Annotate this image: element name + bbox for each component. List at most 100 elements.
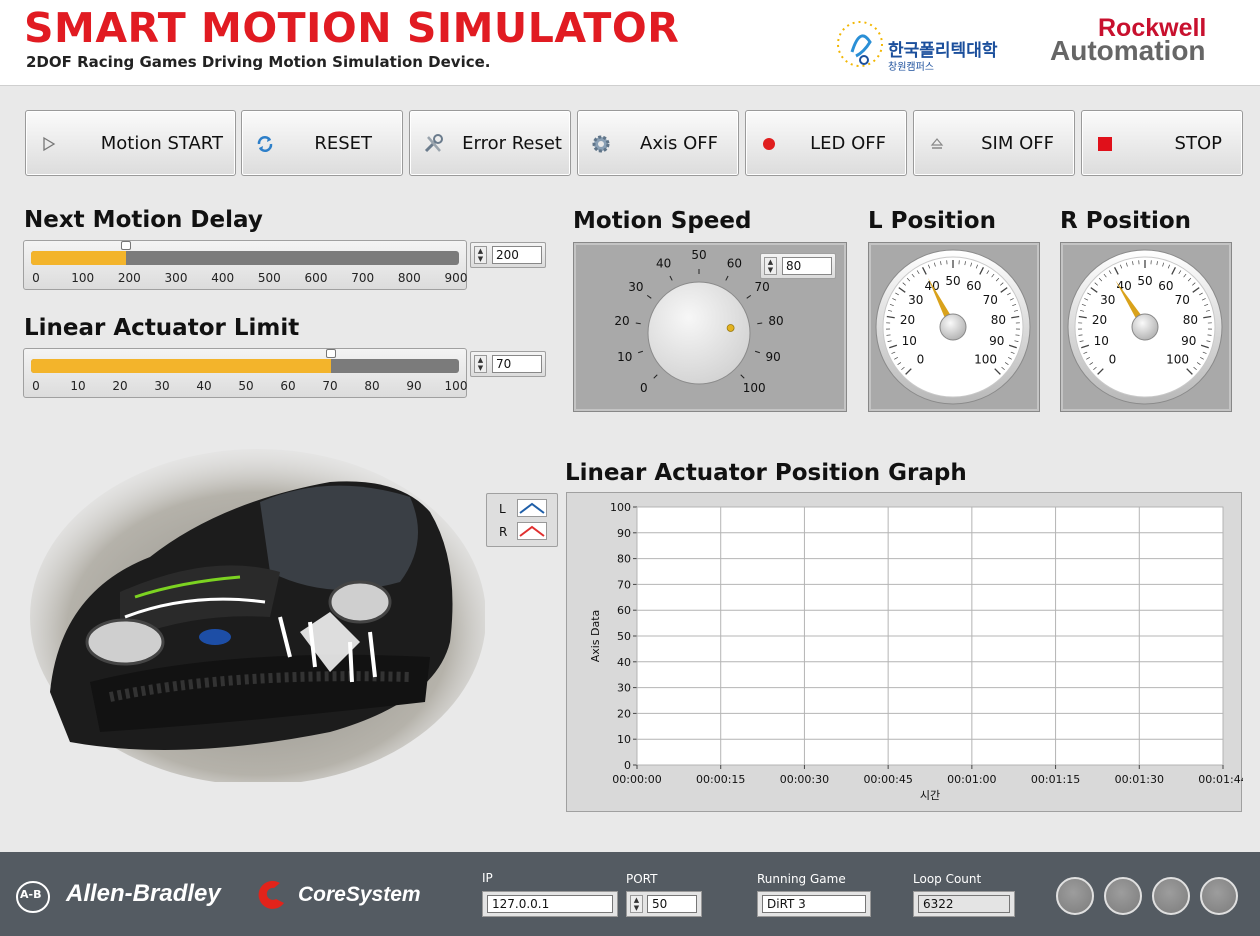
slider-tick-label: 30 xyxy=(154,379,170,393)
ip-value[interactable]: 127.0.0.1 xyxy=(487,895,613,913)
status-led-1 xyxy=(1056,877,1094,915)
spin-arrows-icon[interactable]: ▲ ▼ xyxy=(474,246,487,264)
r-position-gauge: 010203040 50 60708090100 xyxy=(1067,249,1223,405)
knob-tick xyxy=(635,322,641,325)
error-reset-button[interactable]: Error Reset xyxy=(409,110,571,176)
running-game-field[interactable]: DiRT 3 xyxy=(757,891,871,917)
status-led-4 xyxy=(1200,877,1238,915)
gauge-tick xyxy=(1078,334,1083,336)
gauge-tick-label: 20 xyxy=(1092,313,1107,327)
y-tick-label: 100 xyxy=(610,501,631,514)
axis-off-button[interactable]: Axis OFF xyxy=(577,110,739,176)
slider-fill xyxy=(31,251,127,265)
slider-tick-label: 500 xyxy=(257,271,281,285)
rockwell-logo-bottom: Automation xyxy=(1050,35,1206,66)
ip-field[interactable]: 127.0.0.1 xyxy=(482,891,618,917)
x-tick-label: 00:01:30 xyxy=(1115,773,1164,786)
knob-tick-label: 0 xyxy=(640,381,648,395)
y-tick-label: 90 xyxy=(617,527,631,540)
gauge-hub xyxy=(1131,313,1159,341)
gauge-tick-label: 0 xyxy=(1109,353,1117,367)
slider-tick-label: 600 xyxy=(304,271,328,285)
slider-thumb[interactable] xyxy=(121,241,132,250)
knob-tick-label: 20 xyxy=(614,314,629,328)
x-tick-label: 00:01:00 xyxy=(947,773,996,786)
slider-tick-label: 50 xyxy=(238,379,254,393)
sim-off-button[interactable]: SIM OFF xyxy=(913,110,1075,176)
reset-button[interactable]: RESET xyxy=(241,110,403,176)
x-tick-label: 00:01:44 xyxy=(1198,773,1243,786)
port-value[interactable]: 50 xyxy=(647,895,697,913)
motion-speed-numeric[interactable]: ▲ ▼ 80 xyxy=(760,253,836,279)
rally-car-image xyxy=(30,449,485,782)
slider-tick-label: 100 xyxy=(71,271,95,285)
knob-tick-label: 50 xyxy=(691,248,706,262)
refresh-icon xyxy=(254,133,276,155)
status-led-3 xyxy=(1152,877,1190,915)
ip-label: IP xyxy=(482,871,493,885)
red-dot-icon xyxy=(758,133,780,155)
gauge-tick-label: 70 xyxy=(1175,293,1190,307)
linear-actuator-limit-value[interactable]: 70 xyxy=(492,355,542,373)
next-motion-delay-slider[interactable]: 0 100 200 300 400 500 600 700 800 900 xyxy=(23,240,467,290)
gauge-tick-label: 50 xyxy=(945,274,960,288)
slider-thumb[interactable] xyxy=(325,349,336,358)
app-header: SMART MOTION SIMULATOR 2DOF Racing Games… xyxy=(0,0,1260,86)
loop-count-value: 6322 xyxy=(918,895,1010,913)
legend-l-swatch-icon xyxy=(517,499,547,517)
knob-tick-label: 40 xyxy=(656,257,671,271)
knob-tick xyxy=(669,275,673,281)
knob-tick-label: 60 xyxy=(727,257,742,271)
knob-tick-label: 100 xyxy=(743,381,766,395)
stop-button[interactable]: STOP xyxy=(1081,110,1243,176)
coresystem-brand: CoreSystem xyxy=(298,883,421,906)
slider-tick-label: 0 xyxy=(32,271,40,285)
axis-off-label: Axis OFF xyxy=(640,133,718,154)
graph-legend[interactable]: L R xyxy=(486,493,558,547)
next-motion-delay-numeric[interactable]: ▲ ▼ 200 xyxy=(470,242,546,268)
running-game-value[interactable]: DiRT 3 xyxy=(762,895,866,913)
error-reset-label: Error Reset xyxy=(462,133,562,154)
university-campus: 창원캠퍼스 xyxy=(888,62,934,73)
spin-arrows-icon[interactable]: ▲ ▼ xyxy=(764,257,777,275)
gauge-tick-label: 0 xyxy=(917,353,925,367)
sim-off-label: SIM OFF xyxy=(981,133,1054,154)
l-position-panel: 0102030405060708090100 xyxy=(868,242,1040,412)
motion-speed-value[interactable]: 80 xyxy=(782,257,832,275)
slider-tick-label: 300 xyxy=(164,271,188,285)
allen-bradley-badge: A-B xyxy=(20,888,42,901)
spin-arrows-icon[interactable]: ▲ ▼ xyxy=(630,895,643,913)
gauge-tick-label: 60 xyxy=(966,279,981,293)
coresystem-logo-icon xyxy=(258,880,284,909)
knob-indicator xyxy=(726,324,735,332)
knob-dial[interactable] xyxy=(647,281,751,385)
x-tick-label: 00:01:15 xyxy=(1031,773,1080,786)
linear-actuator-limit-numeric[interactable]: ▲ ▼ 70 xyxy=(470,351,546,377)
linear-actuator-limit-label: Linear Actuator Limit xyxy=(24,315,300,341)
slider-tick-label: 400 xyxy=(211,271,235,285)
knob-tick-label: 80 xyxy=(768,314,783,328)
knob-tick xyxy=(646,294,652,299)
linear-actuator-limit-slider[interactable]: 0 10 20 30 40 50 60 70 80 90 100 xyxy=(23,348,467,398)
slider-ticks: 0 10 20 30 40 50 60 70 80 90 100 xyxy=(30,379,467,395)
port-label: PORT xyxy=(626,872,658,886)
gauge-tick-label: 100 xyxy=(1166,353,1189,367)
next-motion-delay-value[interactable]: 200 xyxy=(492,246,542,264)
position-chart[interactable]: 0 10 20 30 40 50 60 70 80 90 100 00:00:00 00:00:15 00… xyxy=(567,493,1248,813)
y-tick-label: 30 xyxy=(617,682,631,695)
gauge-tick-label: 90 xyxy=(1181,334,1196,348)
spin-arrows-icon[interactable]: ▲ ▼ xyxy=(474,355,487,373)
knob-tick-label: 90 xyxy=(766,350,781,364)
knob-tick xyxy=(740,374,745,379)
slider-tick-label: 20 xyxy=(112,379,128,393)
motion-start-button[interactable]: Motion START xyxy=(25,110,236,176)
led-off-button[interactable]: LED OFF xyxy=(745,110,907,176)
allen-bradley-brand: Allen-Bradley xyxy=(66,880,221,907)
graph-title: Linear Actuator Position Graph xyxy=(565,460,967,486)
port-field[interactable]: ▲ ▼ 50 xyxy=(626,891,702,917)
x-tick-label: 00:00:30 xyxy=(780,773,829,786)
y-axis-label: Axis Data xyxy=(589,610,602,663)
knob-tick xyxy=(754,350,761,354)
l-position-label: L Position xyxy=(868,208,996,234)
knob-tick xyxy=(725,275,729,281)
